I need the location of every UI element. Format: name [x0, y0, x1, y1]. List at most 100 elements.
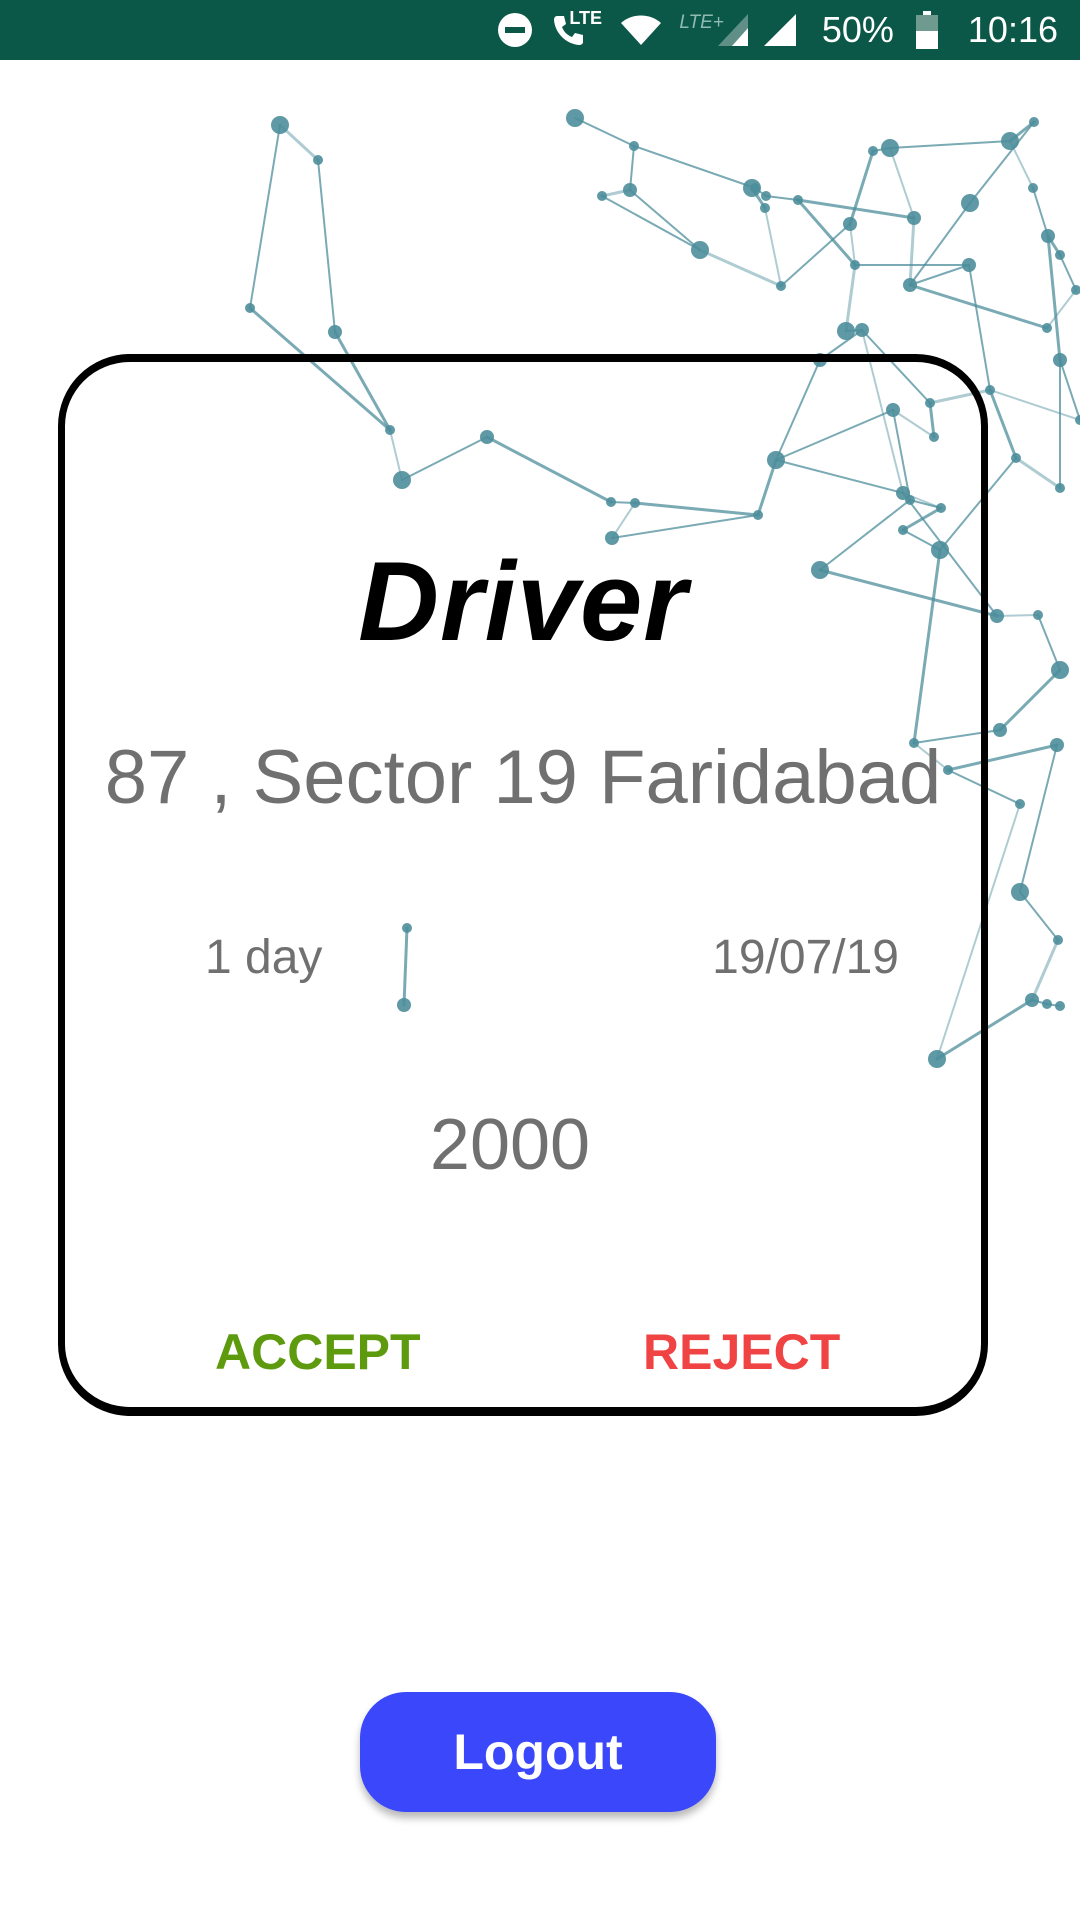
- network-node: [1011, 453, 1021, 463]
- network-node: [1025, 993, 1039, 1007]
- network-node: [760, 203, 770, 213]
- network-node: [776, 281, 786, 291]
- network-line: [796, 198, 857, 267]
- network-line: [317, 159, 336, 333]
- network-line: [1059, 359, 1080, 421]
- network-line: [796, 198, 916, 220]
- network-node: [1071, 285, 1080, 295]
- accept-button[interactable]: ACCEPT: [205, 1317, 431, 1387]
- network-line: [1037, 614, 1061, 671]
- network-line: [1009, 140, 1034, 189]
- network-node: [961, 194, 979, 212]
- network-line: [844, 263, 857, 333]
- network-node: [1075, 415, 1080, 425]
- network-line: [1019, 891, 1059, 941]
- network-node: [313, 155, 323, 165]
- network-node: [855, 323, 869, 337]
- network-line: [1046, 289, 1077, 329]
- network-line: [780, 223, 851, 287]
- status-bar: LTE LTE+ 50% 10:16: [0, 0, 1080, 60]
- network-line: [764, 207, 782, 287]
- network-node: [903, 278, 917, 292]
- network-node: [985, 385, 995, 395]
- network-line: [574, 117, 635, 147]
- network-node: [1041, 229, 1055, 243]
- network-node: [623, 183, 637, 197]
- network-node: [1055, 250, 1065, 260]
- network-node: [1042, 999, 1052, 1009]
- network-line: [1014, 456, 1062, 490]
- network-line: [909, 264, 970, 286]
- network-node: [1055, 483, 1065, 493]
- network-line: [1031, 999, 1048, 1005]
- network-line: [969, 121, 1035, 204]
- network-line: [1059, 254, 1077, 291]
- reject-button[interactable]: REJECT: [633, 1317, 850, 1387]
- network-line: [889, 140, 1011, 149]
- amount-text: 2000: [429, 1105, 591, 1185]
- network-node: [761, 191, 771, 201]
- network-line: [908, 283, 1049, 330]
- card-title: Driver: [358, 539, 688, 664]
- status-icons: LTE LTE+ 50% 10:16: [497, 0, 1058, 60]
- network-node: [1055, 1001, 1065, 1011]
- network-line: [889, 147, 915, 219]
- network-line: [1032, 187, 1049, 237]
- network-line: [989, 389, 1080, 421]
- network-node: [597, 191, 607, 201]
- wifi-icon: [619, 0, 663, 60]
- volte-call-icon: LTE: [549, 0, 602, 60]
- network-node: [990, 609, 1004, 623]
- network-line: [278, 123, 320, 162]
- network-node: [1011, 883, 1029, 901]
- network-node: [837, 322, 855, 340]
- address-text: 87 , Sector 19 Faridabad: [104, 735, 942, 820]
- logout-button[interactable]: Logout: [360, 1692, 716, 1812]
- network-line: [1046, 234, 1062, 257]
- network-line: [698, 248, 783, 288]
- network-node: [1050, 738, 1064, 752]
- network-line: [968, 264, 991, 391]
- network-node: [1029, 117, 1039, 127]
- network-node: [793, 195, 803, 205]
- network-line: [909, 202, 971, 286]
- network-line: [754, 187, 767, 197]
- battery-percent: 50%: [821, 9, 894, 50]
- network-line: [998, 668, 1062, 732]
- network-line: [633, 145, 756, 189]
- network-line: [872, 147, 891, 152]
- network-node: [1028, 183, 1038, 193]
- request-card: Driver 87 , Sector 19 Faridabad 1 day 19…: [58, 354, 988, 1416]
- network-node: [743, 179, 761, 197]
- network-line: [988, 388, 1018, 460]
- do-not-disturb-icon: [497, 0, 533, 60]
- network-line: [249, 124, 281, 309]
- network-line: [848, 149, 875, 226]
- clock: 10:16: [967, 9, 1058, 50]
- network-line: [1046, 1003, 1061, 1007]
- network-node: [993, 723, 1007, 737]
- volte-label: LTE: [569, 8, 602, 28]
- network-line: [908, 216, 916, 287]
- network-line: [765, 195, 799, 201]
- battery-icon: [915, 0, 938, 60]
- network-line: [750, 186, 767, 210]
- duration-text: 1 day: [205, 931, 323, 984]
- network-node: [1053, 353, 1067, 367]
- network-node: [907, 211, 921, 225]
- network-line: [996, 614, 1039, 617]
- network-line: [1046, 234, 1062, 362]
- network-line: [601, 195, 701, 251]
- network-node: [691, 241, 709, 259]
- network-node: [962, 258, 976, 272]
- network-node: [843, 217, 857, 231]
- network-node: [1042, 323, 1052, 333]
- network-node: [1033, 610, 1043, 620]
- network-node: [868, 146, 878, 156]
- network-node: [850, 260, 860, 270]
- network-node: [750, 183, 760, 193]
- network-line: [1008, 120, 1036, 143]
- network-node: [245, 303, 255, 313]
- signal-icon: [717, 0, 748, 60]
- network-node: [328, 325, 342, 339]
